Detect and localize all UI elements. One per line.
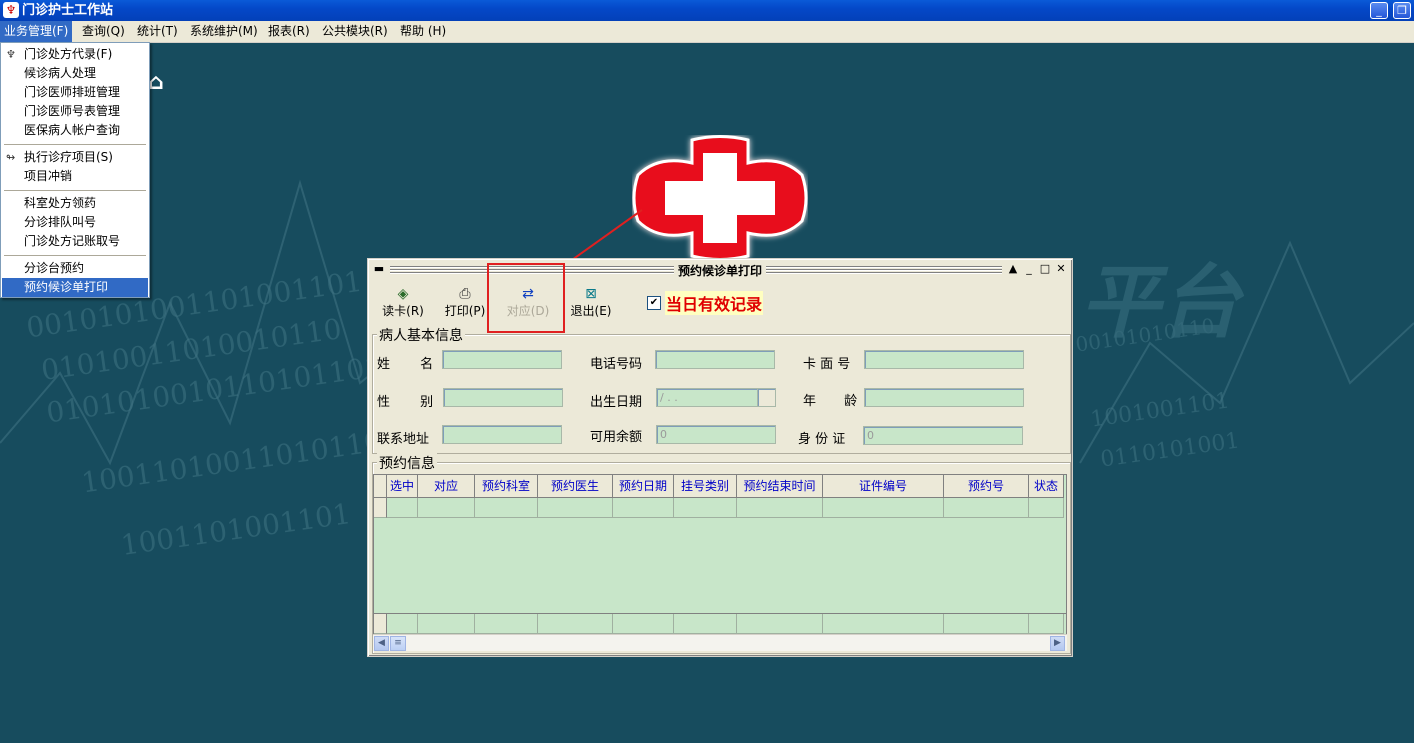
exit-box-icon: ⊠ [585,286,597,302]
card-reader-icon: ◈ [397,286,409,302]
birth-date-field[interactable]: / . . [656,388,758,407]
gender-label: 性 别 [377,395,434,410]
col-booking-number[interactable]: 预约号 [944,475,1029,498]
business-dropdown-menu: ♆ 门诊处方代录(F) 候诊病人处理 门诊医师排班管理 门诊医师号表管理 医保病人… [0,42,150,298]
binary-decor-8: 0110101001 [1098,428,1242,473]
menu-item-queue-call[interactable]: 分诊排队叫号 [2,213,148,232]
scroll-up-icon[interactable]: ▲ [1006,262,1020,276]
menu-item-prescription-entry[interactable]: ♆ 门诊处方代录(F) [2,45,148,64]
scroll-right-icon[interactable]: ▶ [1050,636,1065,651]
red-cross-logo-icon [632,135,808,261]
balance-label: 可用余额 [590,430,643,445]
app-title-bar: ♆ 门诊护士工作站 _ ❐ [0,0,1414,21]
address-label: 联系地址 [377,432,430,447]
menu-item-execute-treatment[interactable]: ↬ 执行诊疗项目(S) [2,148,148,167]
binary-decor-6: 00101010110 [1074,313,1216,357]
grid-horizontal-scrollbar[interactable]: ◀ ≡ ▶ [373,634,1067,651]
menu-help[interactable]: 帮助 (H) [396,21,450,42]
menu-item-doctor-schedule[interactable]: 门诊医师排班管理 [2,83,148,102]
card-number-label: 卡 面 号 [803,357,851,372]
menu-item-billing-number[interactable]: 门诊处方记账取号 [2,232,148,251]
col-date[interactable]: 预约日期 [613,475,674,498]
col-selected[interactable]: 选中 [387,475,418,498]
summary-row [387,614,418,634]
menu-item-booking-print[interactable]: 预约候诊单打印 [2,278,148,297]
valid-today-checkbox[interactable]: ✔ [647,296,661,310]
binary-decor-2: 01010011010010110 [39,312,344,387]
phone-field[interactable] [655,350,775,369]
menu-item-waiting-patients[interactable]: 候诊病人处理 [2,64,148,83]
check-arrow-icon: ↬ [6,151,16,164]
partial-logo-icon: ⌂ [148,70,164,95]
gender-field[interactable] [443,388,563,407]
birth-date-spinner[interactable] [757,388,776,407]
menu-bar: 业务管理(F) 查询(Q) 统计(T) 系统维护(M) 报表(R) 公共模块(R… [0,21,1414,43]
phone-label: 电话号码 [590,357,643,372]
menu-separator [4,144,146,145]
menu-statistics[interactable]: 统计(T) [133,21,182,42]
menu-reports[interactable]: 报表(R) [264,21,314,42]
menu-separator [4,190,146,191]
restore-window-button[interactable]: ❐ [1393,2,1411,19]
binary-decor-7: 1001001101 [1088,388,1232,433]
stethoscope-icon: ♆ [6,48,16,61]
print-button[interactable]: ⎙ 打印(P) [442,286,488,322]
age-label: 年 龄 [803,394,858,409]
name-label: 姓 名 [377,357,434,372]
read-card-button[interactable]: ◈ 读卡(R) [380,286,426,322]
menu-item-reversal[interactable]: 项目冲销 [2,167,148,186]
menu-system-maintenance[interactable]: 系统维护(M) [186,21,262,42]
exit-button[interactable]: ⊠ 退出(E) [568,286,614,322]
birth-date-label: 出生日期 [590,395,643,410]
table-row[interactable] [387,498,418,518]
match-arrows-icon: ⇄ [522,286,534,302]
row-indicator[interactable] [374,498,387,518]
booking-info-title: 预约信息 [377,453,437,473]
balance-field[interactable]: 0 [656,425,776,444]
menu-item-dept-dispense[interactable]: 科室处方领药 [2,194,148,213]
maximize-child-button[interactable]: □ [1038,262,1052,276]
col-reg-type[interactable]: 挂号类别 [674,475,737,498]
summary-row-indicator [374,614,387,634]
binary-decor-5: 1001101001101 [118,497,353,562]
col-dept[interactable]: 预约科室 [475,475,538,498]
menu-separator [4,255,146,256]
address-field[interactable] [442,425,562,444]
col-end-time[interactable]: 预约结束时间 [737,475,823,498]
menu-item-insurance-account[interactable]: 医保病人帐户查询 [2,121,148,140]
stethoscope-app-icon[interactable]: ♆ [3,2,19,18]
col-status[interactable]: 状态 [1029,475,1064,498]
valid-today-label: 当日有效记录 [665,291,764,315]
menu-item-doctor-number-table[interactable]: 门诊医师号表管理 [2,102,148,121]
close-child-button[interactable]: ✕ [1054,262,1068,276]
menu-common-modules[interactable]: 公共模块(R) [318,21,392,42]
age-field[interactable] [864,388,1024,407]
platform-watermark: 平台 [1080,256,1240,349]
menu-item-triage-booking[interactable]: 分诊台预约 [2,259,148,278]
menu-business[interactable]: 业务管理(F) [0,21,73,42]
child-window-title: 预约候诊单打印 [673,264,766,278]
menu-query[interactable]: 查询(Q) [78,21,129,42]
col-doctor[interactable]: 预约医生 [538,475,613,498]
col-match[interactable]: 对应 [418,475,475,498]
col-id-number[interactable]: 证件编号 [823,475,944,498]
minimize-window-button[interactable]: _ [1370,2,1388,19]
id-card-field[interactable]: 0 [863,426,1023,445]
scroll-left-icon[interactable]: ◀ [374,636,389,651]
app-title: 门诊护士工作站 [22,3,114,18]
minimize-child-button[interactable]: _ [1022,262,1036,276]
printer-icon: ⎙ [459,286,471,302]
booking-grid[interactable]: 选中 对应 预约科室 预约医生 预约日期 挂号类别 预约结束时间 证件编号 预约… [373,474,1067,650]
match-button[interactable]: ⇄ 对应(D) [505,286,551,322]
child-window-title-bar: ▬ 预约候诊单打印 ▲ _ □ ✕ [370,261,1070,278]
patient-info-title: 病人基本信息 [377,325,465,345]
scroll-thumb[interactable]: ≡ [390,636,406,651]
binary-decor-3: 0101010010110101101 [44,349,385,430]
id-card-label: 身 份 证 [798,432,846,447]
card-number-field[interactable] [864,350,1024,369]
name-field[interactable] [442,350,562,369]
